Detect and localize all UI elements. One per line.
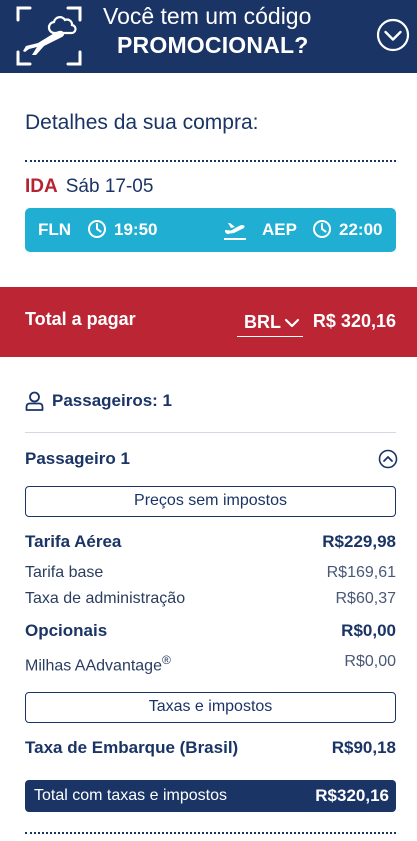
departure-time: 19:50 <box>114 220 158 239</box>
base-fare-value: R$169,61 <box>326 564 396 581</box>
ticket-plane-icon <box>16 6 82 66</box>
boarding-tax-label: Taxa de Embarque (Brasil) <box>25 738 239 757</box>
clock-icon <box>88 220 106 238</box>
promo-title-line2: PROMOCIONAL? <box>117 32 309 58</box>
chevron-down-icon <box>284 318 300 328</box>
fare-label: Tarifa Aérea <box>25 532 122 551</box>
aadvantage-label: Milhas AAdvantage® <box>25 653 171 675</box>
chevron-up-circle-icon[interactable] <box>378 449 398 469</box>
arrival-time: 22:00 <box>339 220 383 239</box>
dotted-divider <box>25 160 396 162</box>
fare-value: R$229,98 <box>322 532 396 551</box>
total-to-pay-bar: Total a pagar BRL R$ 320,16 <box>0 287 417 357</box>
grand-total-bar: Total com taxas e impostos R$320,16 <box>25 780 396 812</box>
total-amount: R$ 320,16 <box>312 311 396 331</box>
registered-mark: ® <box>161 653 171 667</box>
origin-code: FLN <box>38 220 72 239</box>
prices-without-taxes-button[interactable]: Preços sem impostos <box>25 486 396 517</box>
chevron-down-circle-icon[interactable] <box>376 18 410 52</box>
passengers-count: Passageiros: 1 <box>52 391 173 410</box>
boarding-tax-value: R$90,18 <box>331 738 396 757</box>
promo-title-line1: Você tem um código <box>103 3 312 29</box>
destination-code: AEP <box>262 220 297 239</box>
optionals-value: R$0,00 <box>341 621 396 640</box>
grand-total-value: R$320,16 <box>315 786 389 805</box>
aadvantage-value: R$0,00 <box>344 653 396 670</box>
total-label: Total a pagar <box>25 309 136 329</box>
user-icon <box>25 391 44 411</box>
leg-date: Sáb 17-05 <box>65 176 154 197</box>
currency-value: BRL <box>244 312 281 332</box>
leg-label: IDA <box>25 176 58 197</box>
plane-departure-icon <box>224 223 246 240</box>
dotted-divider <box>25 832 396 834</box>
currency-select[interactable]: BRL <box>237 311 303 337</box>
flight-summary-bar: FLN 19:50 AEP 22:00 <box>25 208 396 252</box>
purchase-details-title: Detalhes da sua compra: <box>25 111 259 134</box>
taxes-and-fees-button[interactable]: Taxas e impostos <box>25 692 396 723</box>
grand-total-label: Total com taxas e impostos <box>34 787 227 804</box>
admin-fee-label: Taxa de administração <box>25 590 186 607</box>
base-fare-label: Tarifa base <box>25 564 104 581</box>
passenger-1-label: Passageiro 1 <box>25 449 130 468</box>
promo-code-banner[interactable]: Você tem um código PROMOCIONAL? <box>0 0 417 73</box>
clock-icon <box>313 220 331 238</box>
flight-leg-header: IDA Sáb 17-05 <box>25 176 153 198</box>
optionals-label: Opcionais <box>25 621 108 640</box>
admin-fee-value: R$60,37 <box>335 590 397 607</box>
divider <box>25 432 396 433</box>
